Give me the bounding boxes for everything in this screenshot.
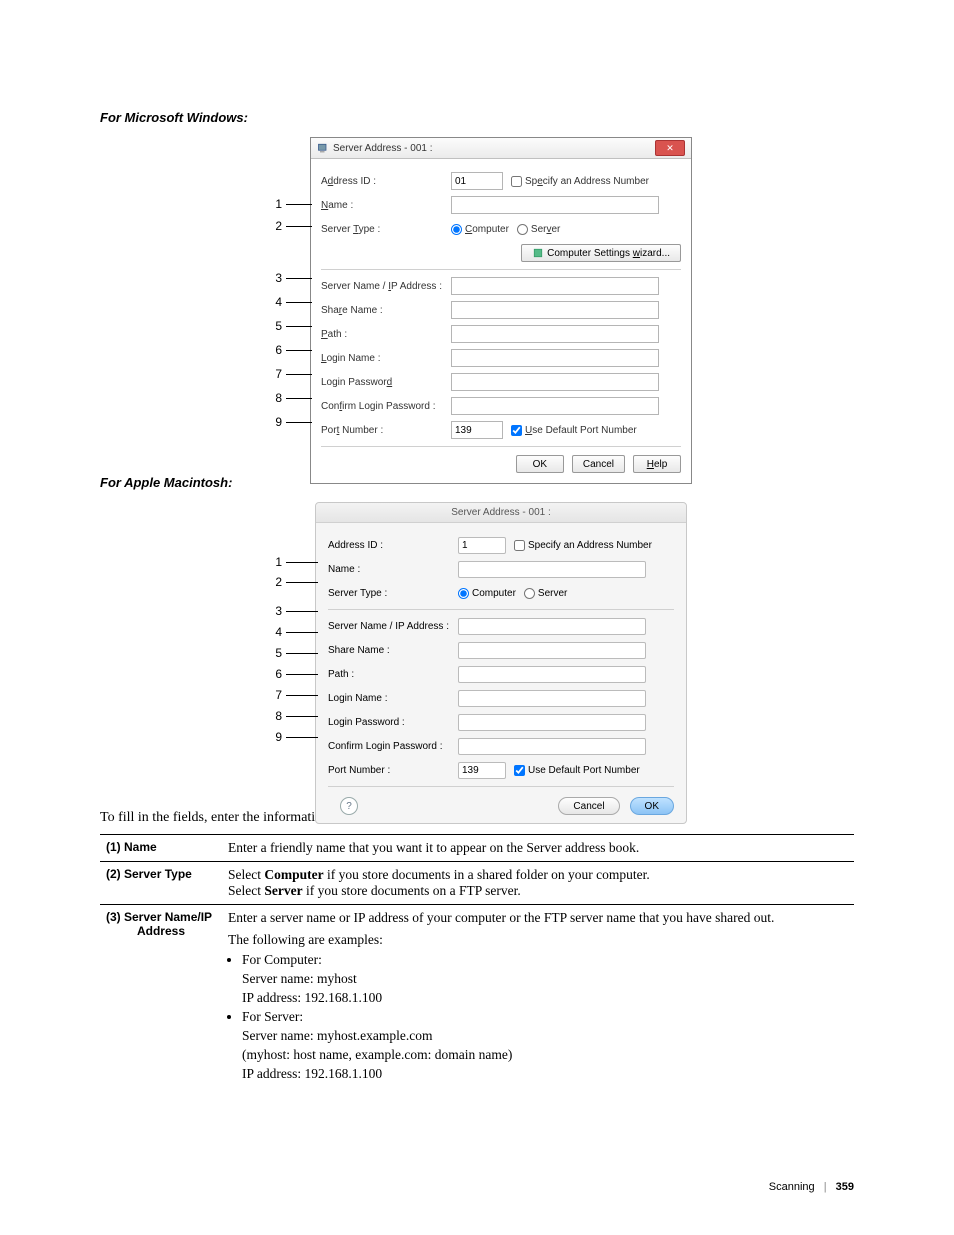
label-name: Name : xyxy=(321,200,451,211)
radio-computer[interactable]: Computer xyxy=(451,224,509,235)
fields-table: (1) Name Enter a friendly name that you … xyxy=(100,834,854,1090)
callout-num: 7 xyxy=(270,367,282,381)
dialog-title-text: Server Address - 001 : xyxy=(333,143,433,154)
label-address-id: Address ID : xyxy=(328,540,458,551)
page-footer: Scanning | 359 xyxy=(769,1181,854,1193)
callout-num: 4 xyxy=(270,295,282,309)
callout-num: 7 xyxy=(270,688,282,702)
table-row: (1) Name Enter a friendly name that you … xyxy=(100,835,854,862)
input-share-name[interactable] xyxy=(458,642,646,659)
label-server-name: Server Name / IP Address : xyxy=(328,621,458,632)
field-desc: Enter a friendly name that you want it t… xyxy=(222,835,854,862)
callout-num: 4 xyxy=(270,625,282,639)
app-icon xyxy=(317,142,329,154)
chk-default-port[interactable]: Use Default Port Number xyxy=(511,425,637,436)
input-server-name[interactable] xyxy=(458,618,646,635)
close-icon[interactable]: ✕ xyxy=(655,140,685,156)
dialog-titlebar: Server Address - 001 : ✕ xyxy=(311,138,691,159)
btn-cancel[interactable]: Cancel xyxy=(572,455,625,473)
footer-page-number: 359 xyxy=(836,1181,854,1193)
input-name[interactable] xyxy=(451,196,659,214)
label-share-name: Share Name : xyxy=(328,645,458,656)
label-login-name: Login Name : xyxy=(321,353,451,364)
label-port-number: Port Number : xyxy=(321,425,451,436)
input-name[interactable] xyxy=(458,561,646,578)
mac-dialog-title: Server Address - 001 : xyxy=(316,503,686,523)
callout-num: 5 xyxy=(270,646,282,660)
table-row: (3) Server Name/IP Address Enter a serve… xyxy=(100,905,854,1091)
label-server-type: Server Type : xyxy=(321,224,451,235)
label-server-type: Server Type : xyxy=(328,588,458,599)
label-login-password: Login Password : xyxy=(328,717,458,728)
callout-num: 9 xyxy=(270,730,282,744)
footer-section: Scanning xyxy=(769,1181,815,1193)
callout-num: 3 xyxy=(270,271,282,285)
label-path: Path : xyxy=(321,329,451,340)
field-num: (3) Server Name/IP Address xyxy=(100,905,222,1091)
mac-dialog: Server Address - 001 : Address ID : Spec… xyxy=(315,502,687,824)
label-login-name: Login Name : xyxy=(328,693,458,704)
input-port-number[interactable] xyxy=(451,421,503,439)
input-share-name[interactable] xyxy=(451,301,659,319)
callout-num: 6 xyxy=(270,667,282,681)
label-server-name: Server Name / IP Address : xyxy=(321,281,451,292)
radio-server[interactable]: Server xyxy=(524,588,567,599)
help-icon[interactable]: ? xyxy=(340,797,358,815)
callout-num: 2 xyxy=(270,575,282,589)
btn-help[interactable]: Help xyxy=(633,455,681,473)
callout-num: 8 xyxy=(270,709,282,723)
callout-num: 2 xyxy=(270,219,282,233)
chk-default-port[interactable]: Use Default Port Number xyxy=(514,765,640,776)
label-login-password: Login Password xyxy=(321,377,451,388)
input-confirm-password[interactable] xyxy=(451,397,659,415)
input-port-number[interactable] xyxy=(458,762,506,779)
input-path[interactable] xyxy=(458,666,646,683)
label-confirm-password: Confirm Login Password : xyxy=(328,741,458,752)
chk-specify-number[interactable]: Specify an Address Number xyxy=(511,176,649,187)
mac-dialog-wrap: 1 2 3 4 5 6 7 8 9 Server Address - 001 :… xyxy=(100,502,854,792)
label-address-id: Address ID : xyxy=(321,176,451,187)
callout-num: 5 xyxy=(270,319,282,333)
label-path: Path : xyxy=(328,669,458,680)
btn-settings-wizard[interactable]: Computer Settings wizard... xyxy=(521,244,681,262)
label-name: Name : xyxy=(328,564,458,575)
field-num: (2) Server Type xyxy=(100,862,222,905)
windows-dialog-wrap: 1 2 3 4 5 6 7 8 9 Server Address - 001 :… xyxy=(100,137,854,457)
input-login-name[interactable] xyxy=(458,690,646,707)
btn-ok[interactable]: OK xyxy=(516,455,564,473)
field-desc: Select Computer if you store documents i… xyxy=(222,862,854,905)
input-server-name[interactable] xyxy=(451,277,659,295)
input-address-id[interactable] xyxy=(458,537,506,554)
input-login-password[interactable] xyxy=(451,373,659,391)
field-desc: Enter a server name or IP address of you… xyxy=(222,905,854,1091)
callout-num: 9 xyxy=(270,415,282,429)
callout-num: 3 xyxy=(270,604,282,618)
callout-num: 8 xyxy=(270,391,282,405)
callout-num: 1 xyxy=(270,555,282,569)
heading-windows: For Microsoft Windows: xyxy=(100,110,854,125)
wizard-icon xyxy=(532,247,544,259)
label-confirm-password: Confirm Login Password : xyxy=(321,401,451,412)
windows-dialog: Server Address - 001 : ✕ Address ID : Sp… xyxy=(310,137,692,484)
field-num: (1) Name xyxy=(100,835,222,862)
input-confirm-password[interactable] xyxy=(458,738,646,755)
btn-ok[interactable]: OK xyxy=(630,797,674,815)
chk-specify-number[interactable]: Specify an Address Number xyxy=(514,540,652,551)
input-login-name[interactable] xyxy=(451,349,659,367)
label-share-name: Share Name : xyxy=(321,305,451,316)
callout-num: 1 xyxy=(270,197,282,211)
radio-server[interactable]: Server xyxy=(517,224,560,235)
callout-num: 6 xyxy=(270,343,282,357)
btn-cancel[interactable]: Cancel xyxy=(558,797,619,815)
input-path[interactable] xyxy=(451,325,659,343)
input-login-password[interactable] xyxy=(458,714,646,731)
radio-computer[interactable]: Computer xyxy=(458,588,516,599)
label-port-number: Port Number : xyxy=(328,765,458,776)
footer-separator: | xyxy=(824,1181,827,1193)
input-address-id[interactable] xyxy=(451,172,503,190)
table-row: (2) Server Type Select Computer if you s… xyxy=(100,862,854,905)
